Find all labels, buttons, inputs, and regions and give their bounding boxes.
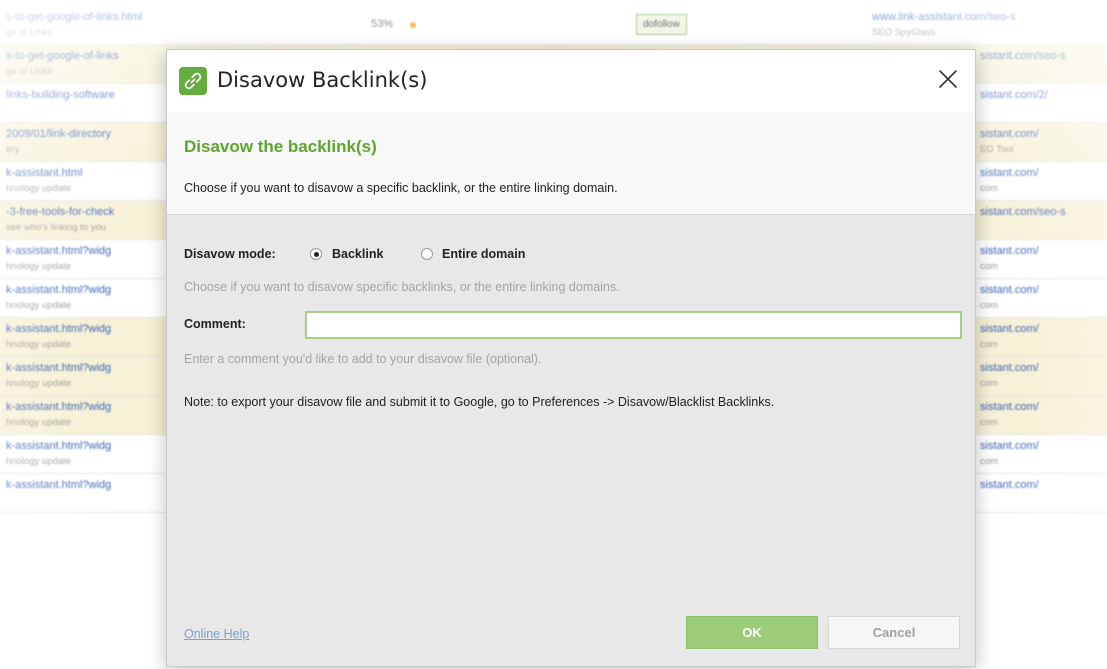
disavow-dialog: Disavow Backlink(s) Disavow the backlink… — [166, 49, 976, 667]
dialog-titlebar: Disavow Backlink(s) — [167, 50, 975, 112]
cancel-button[interactable]: Cancel — [828, 616, 960, 649]
export-note: Note: to export your disavow file and su… — [184, 395, 775, 409]
radio-entire-domain-label[interactable]: Entire domain — [442, 247, 525, 261]
dialog-header: Disavow the backlink(s) Choose if you wa… — [167, 112, 975, 215]
radio-entire-domain[interactable] — [421, 248, 433, 260]
disavow-mode-label: Disavow mode: — [184, 247, 276, 261]
dialog-description: Choose if you want to disavow a specific… — [184, 181, 618, 195]
disavow-mode-help: Choose if you want to disavow specific b… — [184, 280, 620, 294]
comment-input[interactable] — [305, 311, 962, 339]
comment-help: Enter a comment you'd like to add to you… — [184, 352, 542, 366]
online-help-link[interactable]: Online Help — [184, 627, 249, 641]
dialog-heading: Disavow the backlink(s) — [184, 137, 377, 156]
comment-label: Comment: — [184, 317, 246, 331]
link-icon — [179, 67, 207, 95]
close-button[interactable] — [933, 64, 963, 94]
close-icon — [939, 70, 957, 88]
radio-backlink-label[interactable]: Backlink — [332, 247, 383, 261]
ok-button[interactable]: OK — [686, 616, 818, 649]
dialog-body: Disavow mode: Backlink Entire domain Cho… — [167, 215, 975, 666]
dialog-title: Disavow Backlink(s) — [217, 68, 428, 92]
radio-backlink[interactable] — [310, 248, 322, 260]
